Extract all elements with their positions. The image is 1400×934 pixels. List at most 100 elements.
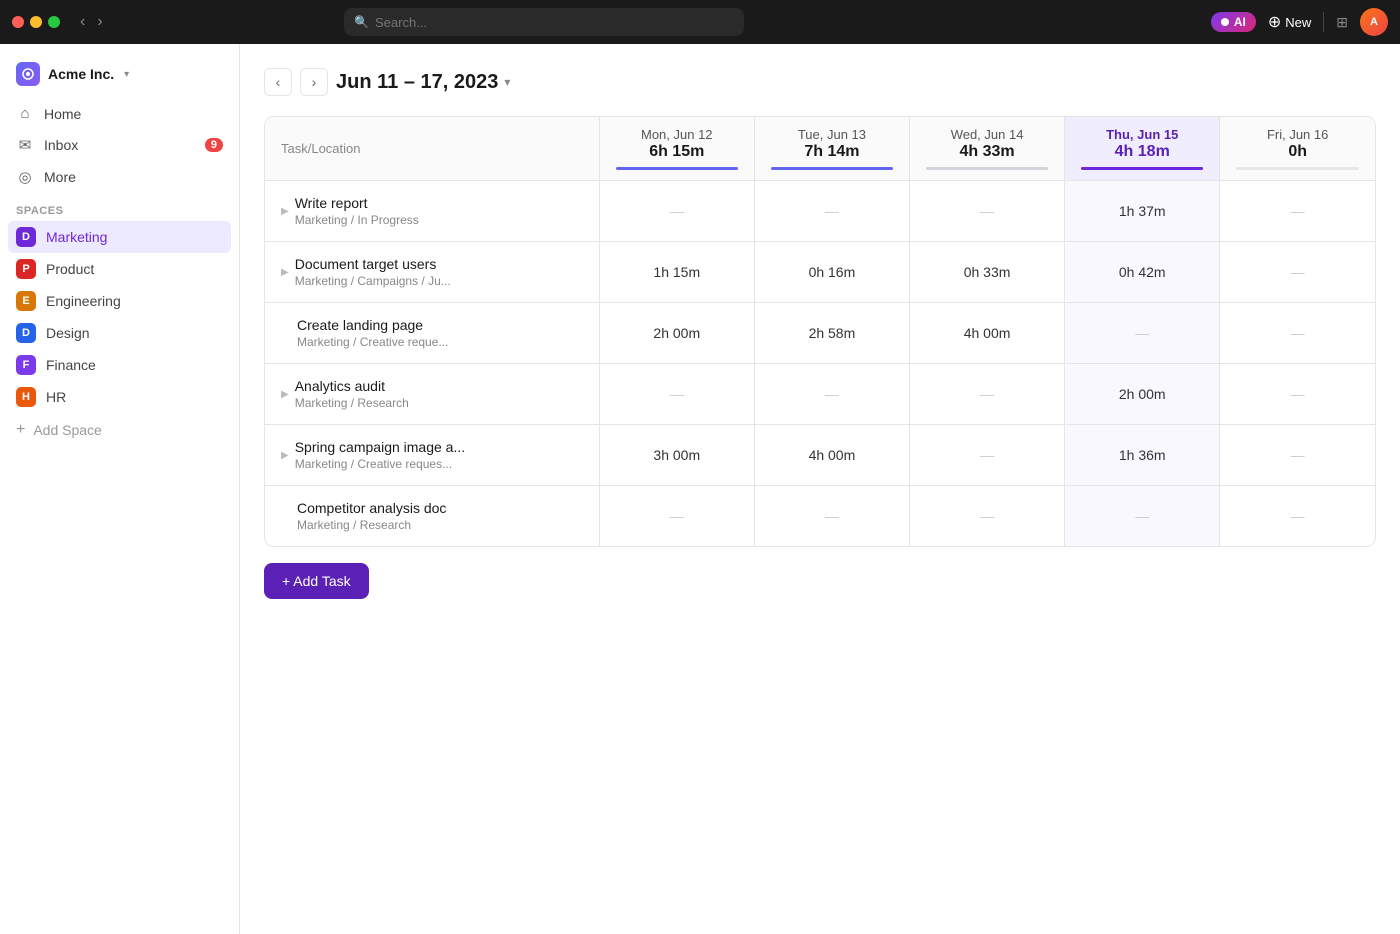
ai-dot-icon — [1221, 18, 1229, 26]
table-row: ▶ Write report Marketing / In Progress —… — [265, 181, 1375, 242]
space-label-engineering: Engineering — [46, 293, 121, 309]
time-cell[interactable]: — — [754, 181, 909, 242]
time-cell[interactable]: — — [1220, 486, 1375, 547]
time-dash: — — [1291, 447, 1305, 463]
sidebar-item-hr[interactable]: H HR — [8, 381, 231, 413]
task-location: Marketing / Research — [297, 518, 446, 532]
time-dash: — — [980, 203, 994, 219]
task-name: Competitor analysis doc — [297, 500, 446, 516]
sidebar-item-inbox[interactable]: ✉ Inbox 9 — [8, 129, 231, 161]
minimize-window-button[interactable] — [30, 16, 42, 28]
expand-icon[interactable]: ▶ — [281, 267, 289, 278]
column-header-wed: Wed, Jun 14 4h 33m — [910, 117, 1065, 181]
time-cell: 0h 16m — [754, 242, 909, 303]
day-name-thu: Thu, Jun 15 — [1081, 127, 1203, 142]
sidebar-item-home[interactable]: ⌂ Home — [8, 98, 231, 129]
day-bar-mon — [616, 167, 738, 170]
date-range-text: Jun 11 – 17, 2023 — [336, 71, 498, 94]
forward-button[interactable]: › — [93, 11, 106, 33]
time-cell: 4h 00m — [754, 425, 909, 486]
workspace-header[interactable]: Acme Inc. ▾ — [0, 56, 239, 98]
task-location: Marketing / Research — [295, 396, 409, 410]
maximize-window-button[interactable] — [48, 16, 60, 28]
inbox-badge: 9 — [205, 138, 223, 152]
time-dash: — — [670, 203, 684, 219]
search-bar[interactable]: 🔍 — [344, 8, 744, 36]
grid-icon[interactable]: ⊞ — [1336, 14, 1348, 31]
time-cell[interactable]: — — [910, 486, 1065, 547]
time-cell[interactable]: — — [1220, 425, 1375, 486]
ai-button[interactable]: AI — [1211, 12, 1256, 32]
close-window-button[interactable] — [12, 16, 24, 28]
time-dash: — — [980, 386, 994, 402]
space-label-marketing: Marketing — [46, 229, 107, 245]
expand-icon[interactable]: ▶ — [281, 206, 289, 217]
avatar[interactable]: A — [1360, 8, 1388, 36]
prev-week-button[interactable]: ‹ — [264, 68, 292, 96]
sidebar-item-design[interactable]: D Design — [8, 317, 231, 349]
sidebar-item-label: More — [44, 169, 223, 185]
time-cell: 2h 58m — [754, 303, 909, 364]
day-bar-wed — [926, 167, 1048, 170]
date-range-selector[interactable]: Jun 11 – 17, 2023 ▾ — [336, 71, 510, 94]
time-cell[interactable]: — — [1065, 486, 1220, 547]
add-plus-icon: + — [16, 421, 25, 439]
plus-icon: ⊕ — [1268, 12, 1281, 32]
table-row: Create landing page Marketing / Creative… — [265, 303, 1375, 364]
day-hours-thu: 4h 18m — [1081, 143, 1203, 161]
time-cell[interactable]: — — [910, 181, 1065, 242]
time-cell[interactable]: — — [1220, 364, 1375, 425]
task-location-header: Task/Location — [265, 117, 599, 181]
column-header-fri: Fri, Jun 16 0h — [1220, 117, 1375, 181]
new-label: New — [1285, 15, 1311, 30]
workspace-name: Acme Inc. — [48, 66, 114, 82]
more-icon: ◎ — [16, 168, 34, 186]
expand-icon[interactable]: ▶ — [281, 389, 289, 400]
sidebar: Acme Inc. ▾ ⌂ Home ✉ Inbox 9 ◎ More Spac… — [0, 44, 240, 934]
sidebar-item-finance[interactable]: F Finance — [8, 349, 231, 381]
time-cell: 2h 00m — [1065, 364, 1220, 425]
day-bar-tue — [771, 167, 893, 170]
topbar-divider — [1323, 12, 1324, 32]
add-task-button[interactable]: + Add Task — [264, 563, 369, 599]
date-navigation: ‹ › Jun 11 – 17, 2023 ▾ — [264, 68, 1376, 96]
time-cell[interactable]: — — [754, 486, 909, 547]
time-dash: — — [1291, 386, 1305, 402]
time-dash: — — [1291, 203, 1305, 219]
space-label-hr: HR — [46, 389, 66, 405]
table-row: ▶ Analytics audit Marketing / Research —… — [265, 364, 1375, 425]
time-cell[interactable]: — — [910, 364, 1065, 425]
workspace-chevron-icon: ▾ — [124, 69, 129, 80]
time-cell[interactable]: — — [599, 364, 754, 425]
task-cell: Create landing page Marketing / Creative… — [265, 303, 599, 364]
sidebar-item-product[interactable]: P Product — [8, 253, 231, 285]
time-cell: 4h 00m — [910, 303, 1065, 364]
time-dash: — — [1291, 325, 1305, 341]
time-cell[interactable]: — — [1220, 303, 1375, 364]
time-cell: 0h 33m — [910, 242, 1065, 303]
search-icon: 🔍 — [354, 15, 369, 29]
time-cell[interactable]: — — [754, 364, 909, 425]
time-cell[interactable]: — — [599, 486, 754, 547]
time-dash: — — [980, 508, 994, 524]
day-name-fri: Fri, Jun 16 — [1236, 127, 1359, 142]
search-input[interactable] — [375, 15, 734, 30]
time-dash: — — [1291, 508, 1305, 524]
sidebar-item-marketing[interactable]: D Marketing — [8, 221, 231, 253]
task-cell: ▶ Analytics audit Marketing / Research — [265, 364, 599, 425]
sidebar-item-more[interactable]: ◎ More — [8, 161, 231, 193]
expand-icon[interactable]: ▶ — [281, 450, 289, 461]
sidebar-item-engineering[interactable]: E Engineering — [8, 285, 231, 317]
space-label-product: Product — [46, 261, 94, 277]
day-hours-fri: 0h — [1236, 143, 1359, 161]
time-cell[interactable]: — — [599, 181, 754, 242]
next-week-button[interactable]: › — [300, 68, 328, 96]
time-cell[interactable]: — — [1065, 303, 1220, 364]
time-cell[interactable]: — — [1220, 181, 1375, 242]
topbar-right: AI ⊕ New ⊞ A — [1211, 8, 1388, 36]
time-cell[interactable]: — — [910, 425, 1065, 486]
time-cell[interactable]: — — [1220, 242, 1375, 303]
new-button[interactable]: ⊕ New — [1268, 12, 1311, 32]
back-button[interactable]: ‹ — [76, 11, 89, 33]
add-space-button[interactable]: + Add Space — [8, 415, 231, 445]
